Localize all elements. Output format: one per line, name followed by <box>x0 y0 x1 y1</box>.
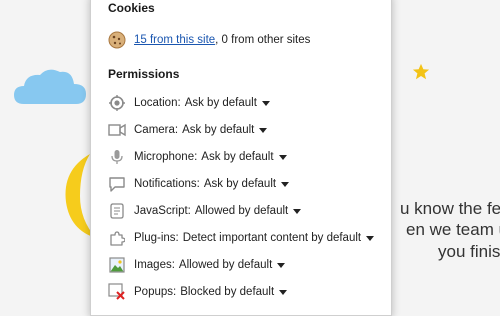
javascript-permission-dropdown[interactable]: Allowed by default <box>194 205 302 217</box>
site-info-popup: Cookies 15 from this site , 0 from other… <box>90 0 392 316</box>
permission-row-location: Location: Ask by default <box>108 94 270 112</box>
permission-value: Allowed by default <box>194 205 289 217</box>
javascript-icon <box>108 202 126 220</box>
permission-value: Ask by default <box>182 124 255 136</box>
chevron-down-icon <box>277 263 286 268</box>
permission-row-microphone: Microphone: Ask by default <box>108 148 287 166</box>
permission-value: Allowed by default <box>178 259 273 271</box>
permission-value: Ask by default <box>184 97 257 109</box>
camera-icon <box>108 121 126 139</box>
permission-label: Location: <box>134 97 181 109</box>
cookies-heading: Cookies <box>108 1 155 15</box>
permission-row-plugins: Plug-ins: Detect important content by de… <box>108 229 375 247</box>
permission-row-popups: Popups: Blocked by default <box>108 283 288 301</box>
chevron-down-icon <box>279 290 288 295</box>
permission-row-images: Images: Allowed by default <box>108 256 286 274</box>
notification-icon <box>108 175 126 193</box>
camera-permission-dropdown[interactable]: Ask by default <box>182 124 268 136</box>
notifications-permission-dropdown[interactable]: Ask by default <box>203 178 290 190</box>
other-cookies-text: , 0 from other sites <box>215 34 311 46</box>
location-icon <box>108 94 126 112</box>
cloud-illustration <box>14 69 86 104</box>
cookies-row: 15 from this site , 0 from other sites <box>108 31 310 49</box>
permission-row-notifications: Notifications: Ask by default <box>108 175 290 193</box>
site-cookies-link[interactable]: 15 from this site <box>134 34 215 46</box>
permission-label: JavaScript: <box>134 205 191 217</box>
permission-value: Ask by default <box>201 151 274 163</box>
cookie-icon <box>108 31 126 49</box>
chevron-down-icon <box>281 182 290 187</box>
chevron-down-icon <box>261 101 270 106</box>
image-icon <box>108 256 126 274</box>
star-illustration <box>412 63 430 80</box>
permission-row-javascript: JavaScript: Allowed by default <box>108 202 302 220</box>
popup-blocked-icon <box>108 283 126 301</box>
permission-label: Camera: <box>134 124 179 136</box>
images-permission-dropdown[interactable]: Allowed by default <box>178 259 286 271</box>
permission-label: Plug-ins: <box>134 232 179 244</box>
plugins-permission-dropdown[interactable]: Detect important content by default <box>182 232 375 244</box>
permission-row-camera: Camera: Ask by default <box>108 121 268 139</box>
permission-value: Ask by default <box>203 178 277 190</box>
background-text-line: you finis <box>438 242 500 261</box>
background-text-line: en we team u <box>406 220 500 239</box>
chevron-down-icon <box>293 209 302 214</box>
permission-value: Detect important content by default <box>182 232 362 244</box>
popups-permission-dropdown[interactable]: Blocked by default <box>180 286 288 298</box>
permission-label: Notifications: <box>134 178 200 190</box>
location-permission-dropdown[interactable]: Ask by default <box>185 97 270 109</box>
permission-label: Popups: <box>134 286 177 298</box>
microphone-permission-dropdown[interactable]: Ask by default <box>201 151 287 163</box>
chevron-down-icon <box>278 155 287 160</box>
permission-label: Microphone: <box>134 151 198 163</box>
chevron-down-icon <box>259 128 268 133</box>
permissions-heading: Permissions <box>108 67 180 81</box>
chevron-down-icon <box>366 236 375 241</box>
microphone-icon <box>108 148 126 166</box>
plugin-icon <box>108 229 126 247</box>
background-text-line: u know the fe <box>400 199 500 218</box>
permission-value: Blocked by default <box>180 286 275 298</box>
permission-label: Images: <box>134 259 175 271</box>
